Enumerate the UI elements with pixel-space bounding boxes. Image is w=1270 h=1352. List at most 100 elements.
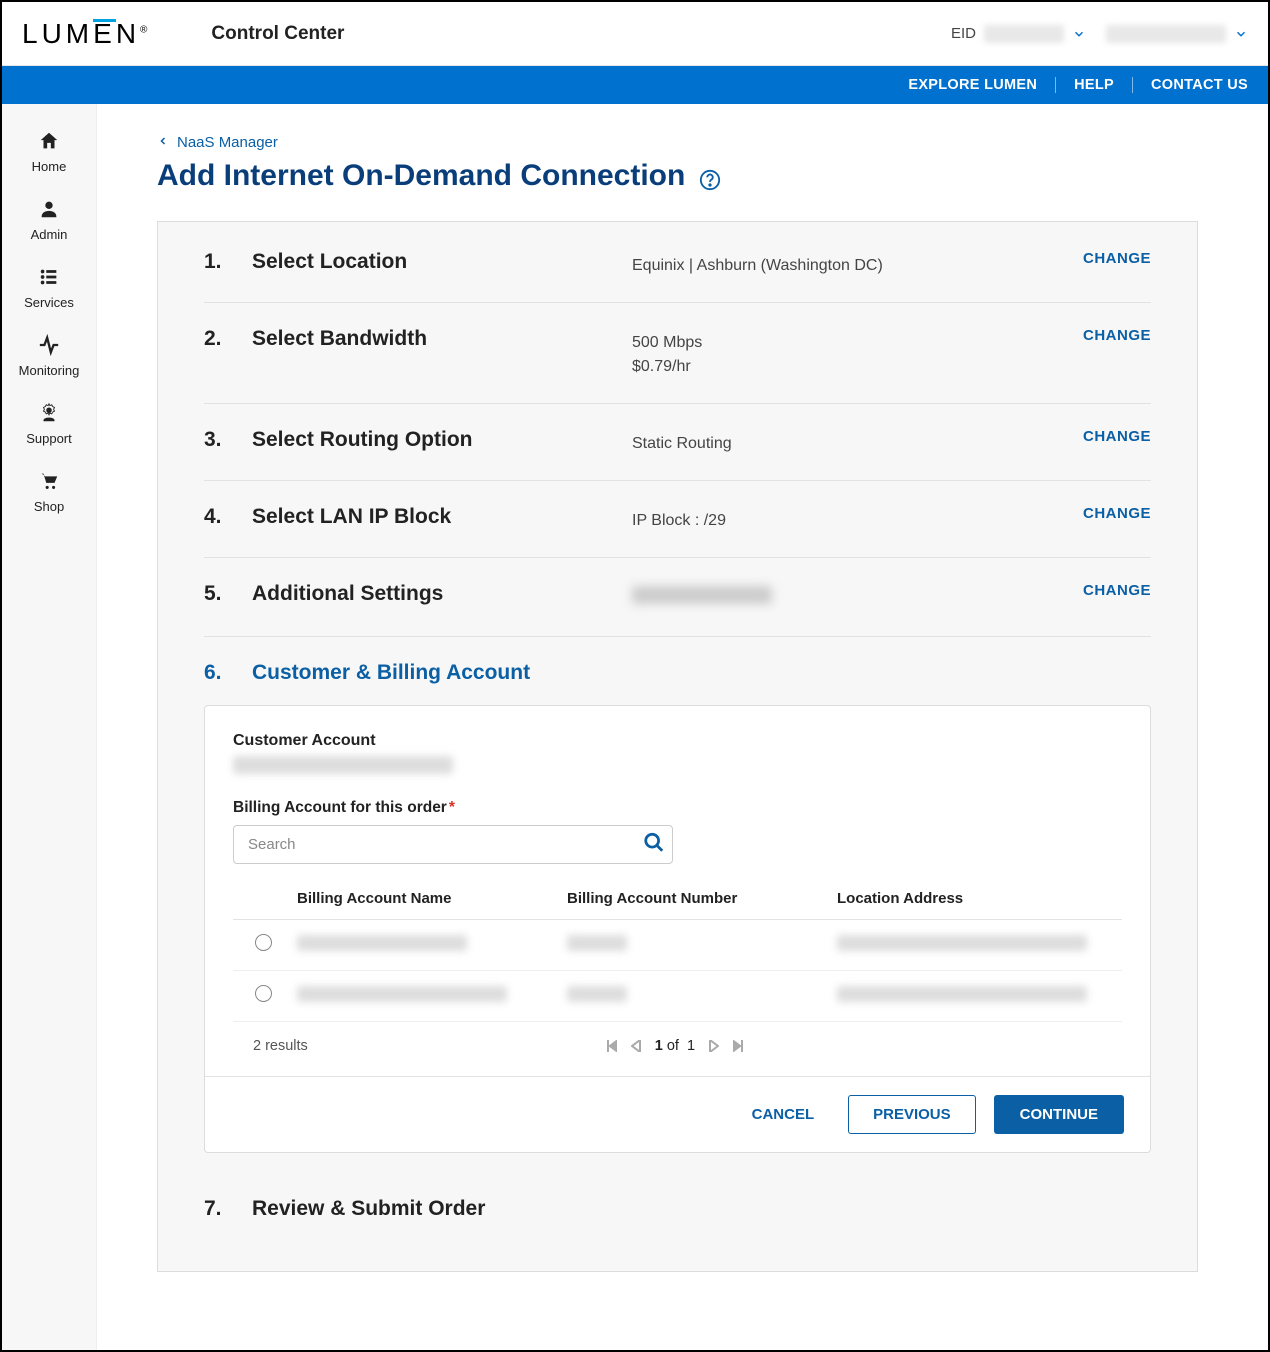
- step-value: Static Routing: [632, 428, 1083, 456]
- step-label: Select Routing Option: [252, 428, 632, 452]
- billing-account-label: Billing Account for this order*: [233, 799, 1122, 817]
- redacted-cell: [297, 935, 467, 951]
- help-icon[interactable]: [699, 165, 721, 187]
- sidebar-item-label: Admin: [31, 227, 68, 242]
- step-label: Select Bandwidth: [252, 327, 632, 351]
- list-icon: [38, 266, 60, 291]
- change-button[interactable]: CHANGE: [1083, 428, 1151, 445]
- step-value: Equinix | Ashburn (Washington DC): [632, 250, 1083, 278]
- step-num: 4.: [204, 505, 252, 529]
- nav-help[interactable]: HELP: [1056, 77, 1133, 93]
- radio-button[interactable]: [255, 934, 272, 951]
- header-right: EID: [951, 25, 1248, 43]
- step-row-additional: 5. Additional Settings CHANGE: [204, 558, 1151, 637]
- panel-actions: CANCEL PREVIOUS CONTINUE: [205, 1076, 1150, 1152]
- cancel-button[interactable]: CANCEL: [736, 1096, 831, 1133]
- step-label: Select LAN IP Block: [252, 505, 632, 529]
- next-page-icon[interactable]: [709, 1040, 719, 1052]
- nav-contact[interactable]: CONTACT US: [1133, 77, 1248, 93]
- previous-button[interactable]: PREVIOUS: [848, 1095, 976, 1134]
- search-input[interactable]: [233, 825, 673, 864]
- step-num: 2.: [204, 327, 252, 351]
- breadcrumb-label: NaaS Manager: [177, 134, 278, 151]
- eid-value-redacted: [984, 25, 1064, 43]
- user-value-redacted: [1106, 25, 1226, 43]
- col-header-number: Billing Account Number: [567, 890, 837, 907]
- sidebar-item-label: Home: [32, 159, 67, 174]
- customer-account-label: Customer Account: [233, 732, 1122, 750]
- step-label: Additional Settings: [252, 582, 632, 606]
- redacted-cell: [567, 935, 627, 951]
- wizard-card: 1. Select Location Equinix | Ashburn (Wa…: [157, 221, 1198, 1272]
- eid-dropdown[interactable]: EID: [951, 25, 1086, 43]
- redacted-cell: [567, 986, 627, 1002]
- table-header: Billing Account Name Billing Account Num…: [233, 882, 1122, 920]
- step-num: 6.: [204, 661, 252, 685]
- chevron-left-icon: [157, 134, 169, 151]
- sidebar-item-label: Services: [24, 295, 74, 310]
- cart-icon: [38, 470, 60, 495]
- radio-button[interactable]: [255, 985, 272, 1002]
- change-button[interactable]: CHANGE: [1083, 250, 1151, 267]
- last-page-icon[interactable]: [733, 1040, 743, 1052]
- sidebar-item-shop[interactable]: Shop: [2, 458, 96, 526]
- nav-explore[interactable]: EXPLORE LUMEN: [890, 77, 1056, 93]
- billing-table: Billing Account Name Billing Account Num…: [233, 882, 1122, 1058]
- sidebar-item-support[interactable]: Support: [2, 390, 96, 458]
- page-title: Add Internet On-Demand Connection: [157, 159, 1198, 193]
- main-content: NaaS Manager Add Internet On-Demand Conn…: [97, 104, 1268, 1350]
- step-value: 500 Mbps $0.79/hr: [632, 327, 1083, 379]
- eid-label: EID: [951, 25, 976, 42]
- bandwidth-price: $0.79/hr: [632, 355, 1083, 379]
- pager: 1 of 1: [607, 1038, 743, 1054]
- sidebar-item-label: Support: [26, 431, 72, 446]
- breadcrumb-back[interactable]: NaaS Manager: [157, 134, 1198, 151]
- home-icon: [38, 130, 60, 155]
- search-icon[interactable]: [643, 831, 665, 858]
- step-row-ipblock: 4. Select LAN IP Block IP Block : /29 CH…: [204, 481, 1151, 558]
- change-button[interactable]: CHANGE: [1083, 505, 1151, 522]
- table-row[interactable]: [233, 971, 1122, 1022]
- top-header: LUMEN® Control Center EID: [2, 2, 1268, 66]
- customer-account-redacted: [233, 756, 453, 774]
- step-value: IP Block : /29: [632, 505, 1083, 533]
- sidebar: Home Admin Services Monitoring Support S…: [2, 104, 97, 1350]
- step-num: 5.: [204, 582, 252, 606]
- change-button[interactable]: CHANGE: [1083, 582, 1151, 599]
- change-button[interactable]: CHANGE: [1083, 327, 1151, 344]
- table-row[interactable]: [233, 920, 1122, 971]
- redacted-cell: [837, 935, 1087, 951]
- step-value: [632, 582, 1083, 612]
- step-row-bandwidth: 2. Select Bandwidth 500 Mbps $0.79/hr CH…: [204, 303, 1151, 404]
- blue-nav-bar: EXPLORE LUMEN HELP CONTACT US: [2, 66, 1268, 104]
- redacted-cell: [837, 986, 1087, 1002]
- app-name: Control Center: [211, 23, 344, 45]
- billing-panel: Customer Account Billing Account for thi…: [204, 705, 1151, 1153]
- continue-button[interactable]: CONTINUE: [994, 1095, 1124, 1134]
- sidebar-item-home[interactable]: Home: [2, 118, 96, 186]
- sidebar-item-monitoring[interactable]: Monitoring: [2, 322, 96, 390]
- step-row-billing: 6. Customer & Billing Account: [204, 637, 1151, 699]
- step-row-location: 1. Select Location Equinix | Ashburn (Wa…: [204, 250, 1151, 303]
- user-icon: [38, 198, 60, 223]
- bandwidth-value: 500 Mbps: [632, 331, 1083, 355]
- user-dropdown[interactable]: [1106, 25, 1248, 43]
- col-header-address: Location Address: [837, 890, 1122, 907]
- first-page-icon[interactable]: [607, 1040, 617, 1052]
- prev-page-icon[interactable]: [631, 1040, 641, 1052]
- search-wrapper: [233, 825, 673, 864]
- page-indicator: 1 of 1: [655, 1038, 695, 1054]
- sidebar-item-services[interactable]: Services: [2, 254, 96, 322]
- col-header-name: Billing Account Name: [297, 890, 567, 907]
- gear-people-icon: [38, 402, 60, 427]
- chevron-down-icon: [1234, 27, 1248, 41]
- sidebar-item-admin[interactable]: Admin: [2, 186, 96, 254]
- results-count: 2 results: [253, 1038, 308, 1054]
- sidebar-item-label: Monitoring: [19, 363, 80, 378]
- step-num: 7.: [204, 1197, 252, 1221]
- step-num: 1.: [204, 250, 252, 274]
- step-row-review: 7. Review & Submit Order: [204, 1153, 1151, 1221]
- step-label: Customer & Billing Account: [252, 661, 632, 685]
- page-title-text: Add Internet On-Demand Connection: [157, 159, 685, 193]
- activity-icon: [38, 334, 60, 359]
